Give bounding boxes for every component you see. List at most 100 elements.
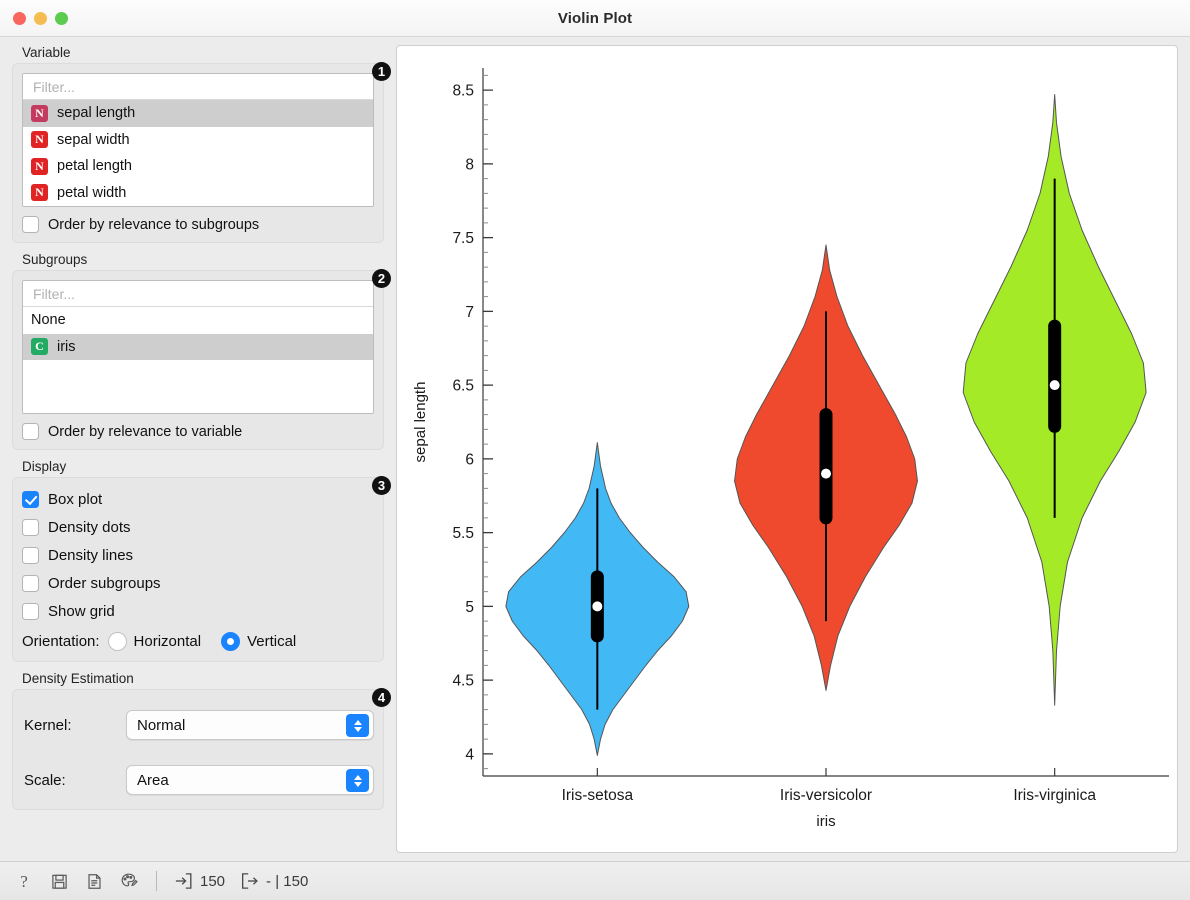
- svg-text:?: ?: [20, 872, 28, 890]
- order-subgroups-label: Order subgroups: [48, 574, 161, 592]
- orientation-row: Orientation: Horizontal Vertical: [22, 632, 374, 651]
- subgroups-section-badge: 2: [372, 269, 391, 288]
- density-dots-label: Density dots: [48, 518, 131, 536]
- y-axis-tick-label: 5.5: [452, 525, 474, 542]
- subgroups-section-title: Subgroups: [22, 252, 88, 267]
- subgroups-item-none[interactable]: None: [23, 307, 373, 334]
- status-bar: ? 150 - | 150: [0, 861, 1190, 900]
- x-axis-category-label: Iris-versicolor: [780, 787, 872, 804]
- display-option-order-subgroups[interactable]: Order subgroups: [22, 569, 374, 597]
- boxplot-median-dot: [592, 601, 603, 612]
- save-icon[interactable]: [49, 871, 69, 891]
- horizontal-radio[interactable]: [107, 632, 127, 651]
- show-grid-checkbox[interactable]: [22, 602, 39, 620]
- variable-listbox[interactable]: N sepal length N sepal width N petal len…: [22, 73, 374, 207]
- variable-item-label: petal width: [57, 184, 127, 201]
- variable-item-label: sepal width: [57, 131, 130, 148]
- vertical-radio[interactable]: [221, 632, 241, 651]
- variable-section: Variable 1 N sepal length N sepal: [12, 45, 391, 243]
- order-by-relevance-subgroups-checkbox[interactable]: [22, 216, 39, 233]
- x-axis-category-label: Iris-virginica: [1013, 787, 1096, 804]
- y-axis-tick-label: 8.5: [452, 83, 474, 100]
- display-option-box-plot[interactable]: Box plot: [22, 485, 374, 513]
- variable-item-label: sepal length: [57, 105, 136, 122]
- orientation-option-vertical[interactable]: Vertical: [221, 632, 296, 651]
- output-summary: - | 150: [240, 872, 308, 890]
- numeric-variable-icon: N: [31, 157, 48, 175]
- display-option-density-dots[interactable]: Density dots: [22, 513, 374, 541]
- palette-icon[interactable]: [119, 871, 139, 891]
- subgroups-item-iris[interactable]: C iris: [23, 333, 373, 360]
- x-axis-title: iris: [816, 813, 835, 830]
- order-by-relevance-variable-checkbox[interactable]: [22, 423, 39, 440]
- window-title: Violin Plot: [557, 9, 633, 27]
- scale-row: Scale: Area: [24, 765, 374, 795]
- controls-panel: Variable 1 N sepal length N sepal: [0, 37, 396, 861]
- variable-item-sepal-width[interactable]: N sepal width: [23, 126, 373, 153]
- y-axis-tick-label: 4.5: [452, 673, 474, 690]
- plot-card[interactable]: 4 4.5 5 5.5 6 6.5 7 7.5 8 8.5 sepal length Iris-set…: [396, 45, 1178, 853]
- scale-select-value: Area: [137, 771, 169, 789]
- density-dots-checkbox[interactable]: [22, 518, 39, 536]
- violin-plot-window: Violin Plot Variable 1 N sepal length: [0, 0, 1190, 900]
- y-axis-tick-label: 7.5: [452, 230, 474, 247]
- kernel-select-value: Normal: [137, 716, 186, 734]
- boxplot-median-dot: [1049, 380, 1060, 391]
- window-body: Variable 1 N sepal length N sepal: [0, 37, 1190, 861]
- variable-filter-input[interactable]: [31, 77, 365, 96]
- scale-select[interactable]: Area: [126, 765, 374, 795]
- subgroups-filter-row[interactable]: [23, 281, 373, 307]
- x-axis-category-label: Iris-setosa: [562, 787, 634, 804]
- subgroups-listbox[interactable]: None C iris: [22, 280, 374, 414]
- y-axis-tick-label: 8: [465, 156, 474, 173]
- help-icon[interactable]: ?: [14, 871, 34, 891]
- input-summary: 150: [174, 872, 225, 890]
- order-by-relevance-subgroups-row[interactable]: Order by relevance to subgroups: [22, 216, 374, 233]
- report-icon[interactable]: [84, 871, 104, 891]
- display-option-show-grid[interactable]: Show grid: [22, 597, 374, 625]
- display-option-density-lines[interactable]: Density lines: [22, 541, 374, 569]
- kernel-select[interactable]: Normal: [126, 710, 374, 740]
- order-by-relevance-subgroups-label: Order by relevance to subgroups: [48, 216, 260, 233]
- display-section-title: Display: [22, 459, 67, 474]
- display-section-badge: 3: [372, 476, 391, 495]
- order-by-relevance-variable-row[interactable]: Order by relevance to variable: [22, 423, 374, 440]
- output-count: - | 150: [266, 872, 309, 890]
- y-axis-tick-label: 4: [465, 746, 474, 763]
- order-by-relevance-variable-label: Order by relevance to variable: [48, 423, 243, 440]
- density-estimation-section: Density Estimation 4 Kernel: Normal Scal…: [12, 671, 391, 810]
- order-subgroups-checkbox[interactable]: [22, 574, 39, 592]
- variable-section-title: Variable: [22, 45, 71, 60]
- density-estimation-badge: 4: [372, 688, 391, 707]
- subgroups-filter-input[interactable]: [31, 284, 365, 303]
- display-section: Display 3 Box plot Density dots Density …: [12, 459, 391, 662]
- box-plot-checkbox[interactable]: [22, 490, 39, 508]
- density-estimation-title: Density Estimation: [22, 671, 134, 686]
- variable-item-label: petal length: [57, 158, 132, 175]
- vertical-label: Vertical: [247, 633, 297, 650]
- chevron-updown-icon[interactable]: [346, 769, 369, 792]
- horizontal-label: Horizontal: [133, 633, 202, 650]
- data-output-icon: [242, 873, 258, 889]
- boxplot-median-dot: [821, 468, 831, 479]
- variable-filter-row[interactable]: [23, 74, 373, 100]
- chevron-updown-icon[interactable]: [346, 714, 369, 737]
- variable-item-petal-width[interactable]: N petal width: [23, 179, 373, 206]
- input-count: 150: [200, 872, 226, 890]
- kernel-row: Kernel: Normal: [24, 710, 374, 740]
- y-axis-tick-label: 6.5: [452, 378, 474, 395]
- variable-item-petal-length[interactable]: N petal length: [23, 153, 373, 180]
- numeric-variable-icon: N: [31, 104, 48, 122]
- density-lines-checkbox[interactable]: [22, 546, 39, 564]
- numeric-variable-icon: N: [31, 131, 48, 149]
- subgroups-item-label: iris: [57, 338, 76, 355]
- violin-plot-svg[interactable]: 4 4.5 5 5.5 6 6.5 7 7.5 8 8.5 sepal length Iris-set…: [397, 46, 1175, 849]
- variable-item-sepal-length[interactable]: N sepal length: [23, 100, 373, 127]
- kernel-label: Kernel:: [24, 716, 72, 734]
- y-axis-tick-label: 7: [465, 304, 474, 321]
- orientation-option-horizontal[interactable]: Horizontal: [107, 632, 202, 651]
- y-axis-tick-label: 6: [465, 451, 474, 468]
- title-bar: Violin Plot: [0, 0, 1190, 37]
- variable-section-badge: 1: [372, 62, 391, 81]
- show-grid-label: Show grid: [48, 602, 115, 620]
